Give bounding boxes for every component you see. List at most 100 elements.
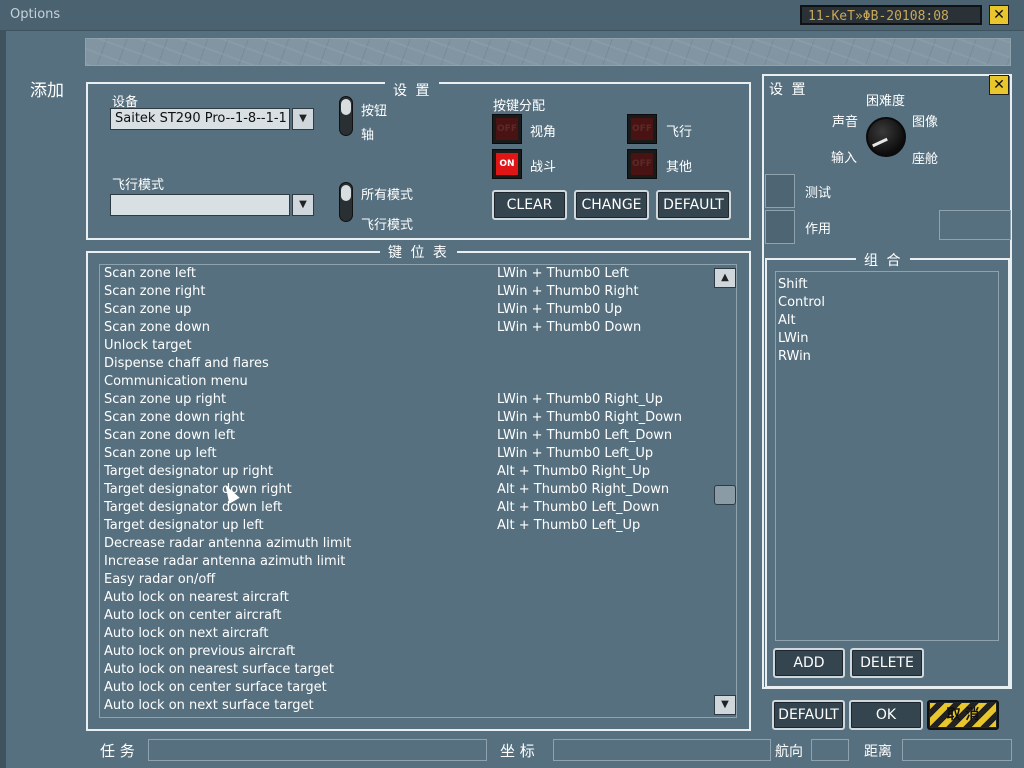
coord-field (553, 739, 771, 761)
keymap-row[interactable]: Target designator down left Alt + Thumb0 … (104, 499, 704, 517)
footer-default-button[interactable]: DEFAULT (772, 700, 845, 730)
keymap-row[interactable]: Target designator up right Alt + Thumb0 R… (104, 463, 704, 481)
device-dropdown-button[interactable]: ▼ (292, 108, 314, 130)
delete-button[interactable]: DELETE (850, 648, 924, 678)
keymap-row[interactable]: Scan zone up LWin + Thumb0 Up (104, 301, 704, 319)
scroll-up-button[interactable]: ▲ (714, 268, 736, 288)
knob-label-cockpit: 座舱 (912, 152, 939, 167)
keymap-row[interactable]: Scan zone down LWin + Thumb0 Down (104, 319, 704, 337)
keymap-action: Scan zone up right (104, 392, 227, 407)
led-indicator: OFF (631, 153, 653, 175)
keymap-row[interactable]: Decrease radar antenna azimuth limit (104, 535, 704, 553)
distance-label: 距离 (864, 744, 892, 760)
dropdown-arrow-icon: ▼ (299, 113, 307, 124)
settings-legend: 设 置 (385, 80, 440, 100)
keymap-action: Target designator up right (104, 464, 274, 479)
combo-item-alt[interactable]: Alt (778, 313, 796, 328)
add-button[interactable]: ADD (773, 648, 845, 678)
task-field (148, 739, 487, 761)
button-axis-toggle[interactable] (339, 96, 353, 136)
keymap-row[interactable]: Scan zone down left LWin + Thumb0 Left_Do… (104, 427, 704, 445)
keymap-row[interactable]: Communication menu (104, 373, 704, 391)
close-icon: ✕ (993, 7, 1005, 23)
combo-item-rwin[interactable]: RWin (778, 349, 811, 364)
flight-mode-label: 飞行模式 (112, 178, 165, 193)
cancel-button[interactable]: 取 消 (927, 700, 999, 730)
keymap-row[interactable]: Auto lock on previous aircraft (104, 643, 704, 661)
keymap-action: Unlock target (104, 338, 192, 353)
keymap-action: Auto lock on nearest aircraft (104, 590, 289, 605)
keymap-row[interactable]: Auto lock on next aircraft (104, 625, 704, 643)
task-label: 任 务 (100, 742, 135, 760)
assign-flight-label: 飞行 (666, 125, 693, 140)
keymap-row[interactable]: Easy radar on/off (104, 571, 704, 589)
heading-field (811, 739, 849, 761)
difficulty-knob[interactable] (866, 117, 906, 157)
clock-display: 11-KeТ»ΦB-20108:08 (800, 5, 982, 25)
scroll-up-icon: ▲ (721, 272, 729, 283)
knob-label-input: 输入 (831, 151, 858, 166)
assign-flight-led[interactable]: OFF (627, 114, 657, 144)
scroll-down-button[interactable]: ▼ (714, 695, 736, 715)
action-checkbox[interactable] (765, 210, 795, 244)
keymap-row[interactable]: Unlock target (104, 337, 704, 355)
keymap-row[interactable]: Scan zone up left LWin + Thumb0 Left_Up (104, 445, 704, 463)
assign-combat-label: 战斗 (530, 160, 557, 175)
toggle1-top-label: 按钮 (361, 104, 388, 119)
ok-button[interactable]: OK (849, 700, 923, 730)
toggle2-top-label: 所有模式 (361, 188, 414, 203)
keymap-action: Scan zone down (104, 320, 210, 335)
scroll-thumb[interactable] (714, 485, 736, 505)
keymap-row[interactable]: Auto lock on next surface target (104, 697, 704, 715)
change-button[interactable]: CHANGE (574, 190, 649, 220)
test-checkbox[interactable] (765, 174, 795, 208)
keymap-row[interactable]: Auto lock on nearest surface target (104, 661, 704, 679)
keymap-row[interactable]: Scan zone down right LWin + Thumb0 Right_… (104, 409, 704, 427)
distance-field (902, 739, 1012, 761)
keymap-row[interactable]: Auto lock on nearest aircraft (104, 589, 704, 607)
keymap-action: Auto lock on center surface target (104, 680, 327, 695)
keymap-row[interactable]: Scan zone right LWin + Thumb0 Right (104, 283, 704, 301)
assign-other-led[interactable]: OFF (627, 149, 657, 179)
keymap-row[interactable]: Scan zone left LWin + Thumb0 Left (104, 265, 704, 283)
keymap-action: Scan zone down left (104, 428, 236, 443)
assign-view-led[interactable]: OFF (492, 114, 522, 144)
keymap-row[interactable]: Auto lock on center surface target (104, 679, 704, 697)
keymap-row[interactable]: Target designator down right Alt + Thumb0… (104, 481, 704, 499)
combo-item-shift[interactable]: Shift (778, 277, 808, 292)
flight-mode-select[interactable] (110, 194, 290, 216)
keymap-row[interactable]: Target designator up left Alt + Thumb0 Le… (104, 517, 704, 535)
keymap-action: Scan zone right (104, 284, 206, 299)
keymap-action: Scan zone up (104, 302, 192, 317)
keymap-row[interactable]: Scan zone up right LWin + Thumb0 Right_Up (104, 391, 704, 409)
device-select[interactable]: Saitek ST290 Pro--1-8--1-1 (110, 108, 290, 130)
mode-toggle[interactable] (339, 182, 353, 222)
combo-list[interactable] (775, 271, 999, 641)
keymap-key: LWin + Thumb0 Left (497, 266, 629, 281)
right-panel-title: 设 置 (769, 82, 808, 98)
combo-item-lwin[interactable]: LWin (778, 331, 808, 346)
keymap-key: LWin + Thumb0 Right_Up (497, 392, 663, 407)
clear-button[interactable]: CLEAR (492, 190, 567, 220)
keymap-row[interactable]: Dispense chaff and flares (104, 355, 704, 373)
keymap-action: Easy radar on/off (104, 572, 216, 587)
keymap-row[interactable]: Auto lock on center aircraft (104, 607, 704, 625)
keymap-key: LWin + Thumb0 Right (497, 284, 639, 299)
keymap-action: Auto lock on center aircraft (104, 608, 282, 623)
keymap-key: LWin + Thumb0 Right_Down (497, 410, 682, 425)
keymap-row[interactable]: Increase radar antenna azimuth limit (104, 553, 704, 571)
keymap-action: Target designator down left (104, 500, 283, 515)
right-panel-close-button[interactable]: ✕ (989, 75, 1009, 95)
assign-combat-led[interactable]: ON (492, 149, 522, 179)
combo-item-control[interactable]: Control (778, 295, 825, 310)
default-button[interactable]: DEFAULT (656, 190, 731, 220)
knob-label-sound: 声音 (832, 115, 859, 130)
keymap-action: Auto lock on next aircraft (104, 626, 269, 641)
difficulty-label: 困难度 (866, 94, 906, 109)
keymap-key: Alt + Thumb0 Left_Up (497, 518, 641, 533)
keymap-action: Increase radar antenna azimuth limit (104, 554, 346, 569)
flight-mode-dropdown-button[interactable]: ▼ (292, 194, 314, 216)
led-indicator: ON (496, 153, 518, 175)
window-close-button[interactable]: ✕ (989, 5, 1009, 25)
action-field[interactable] (939, 210, 1011, 240)
